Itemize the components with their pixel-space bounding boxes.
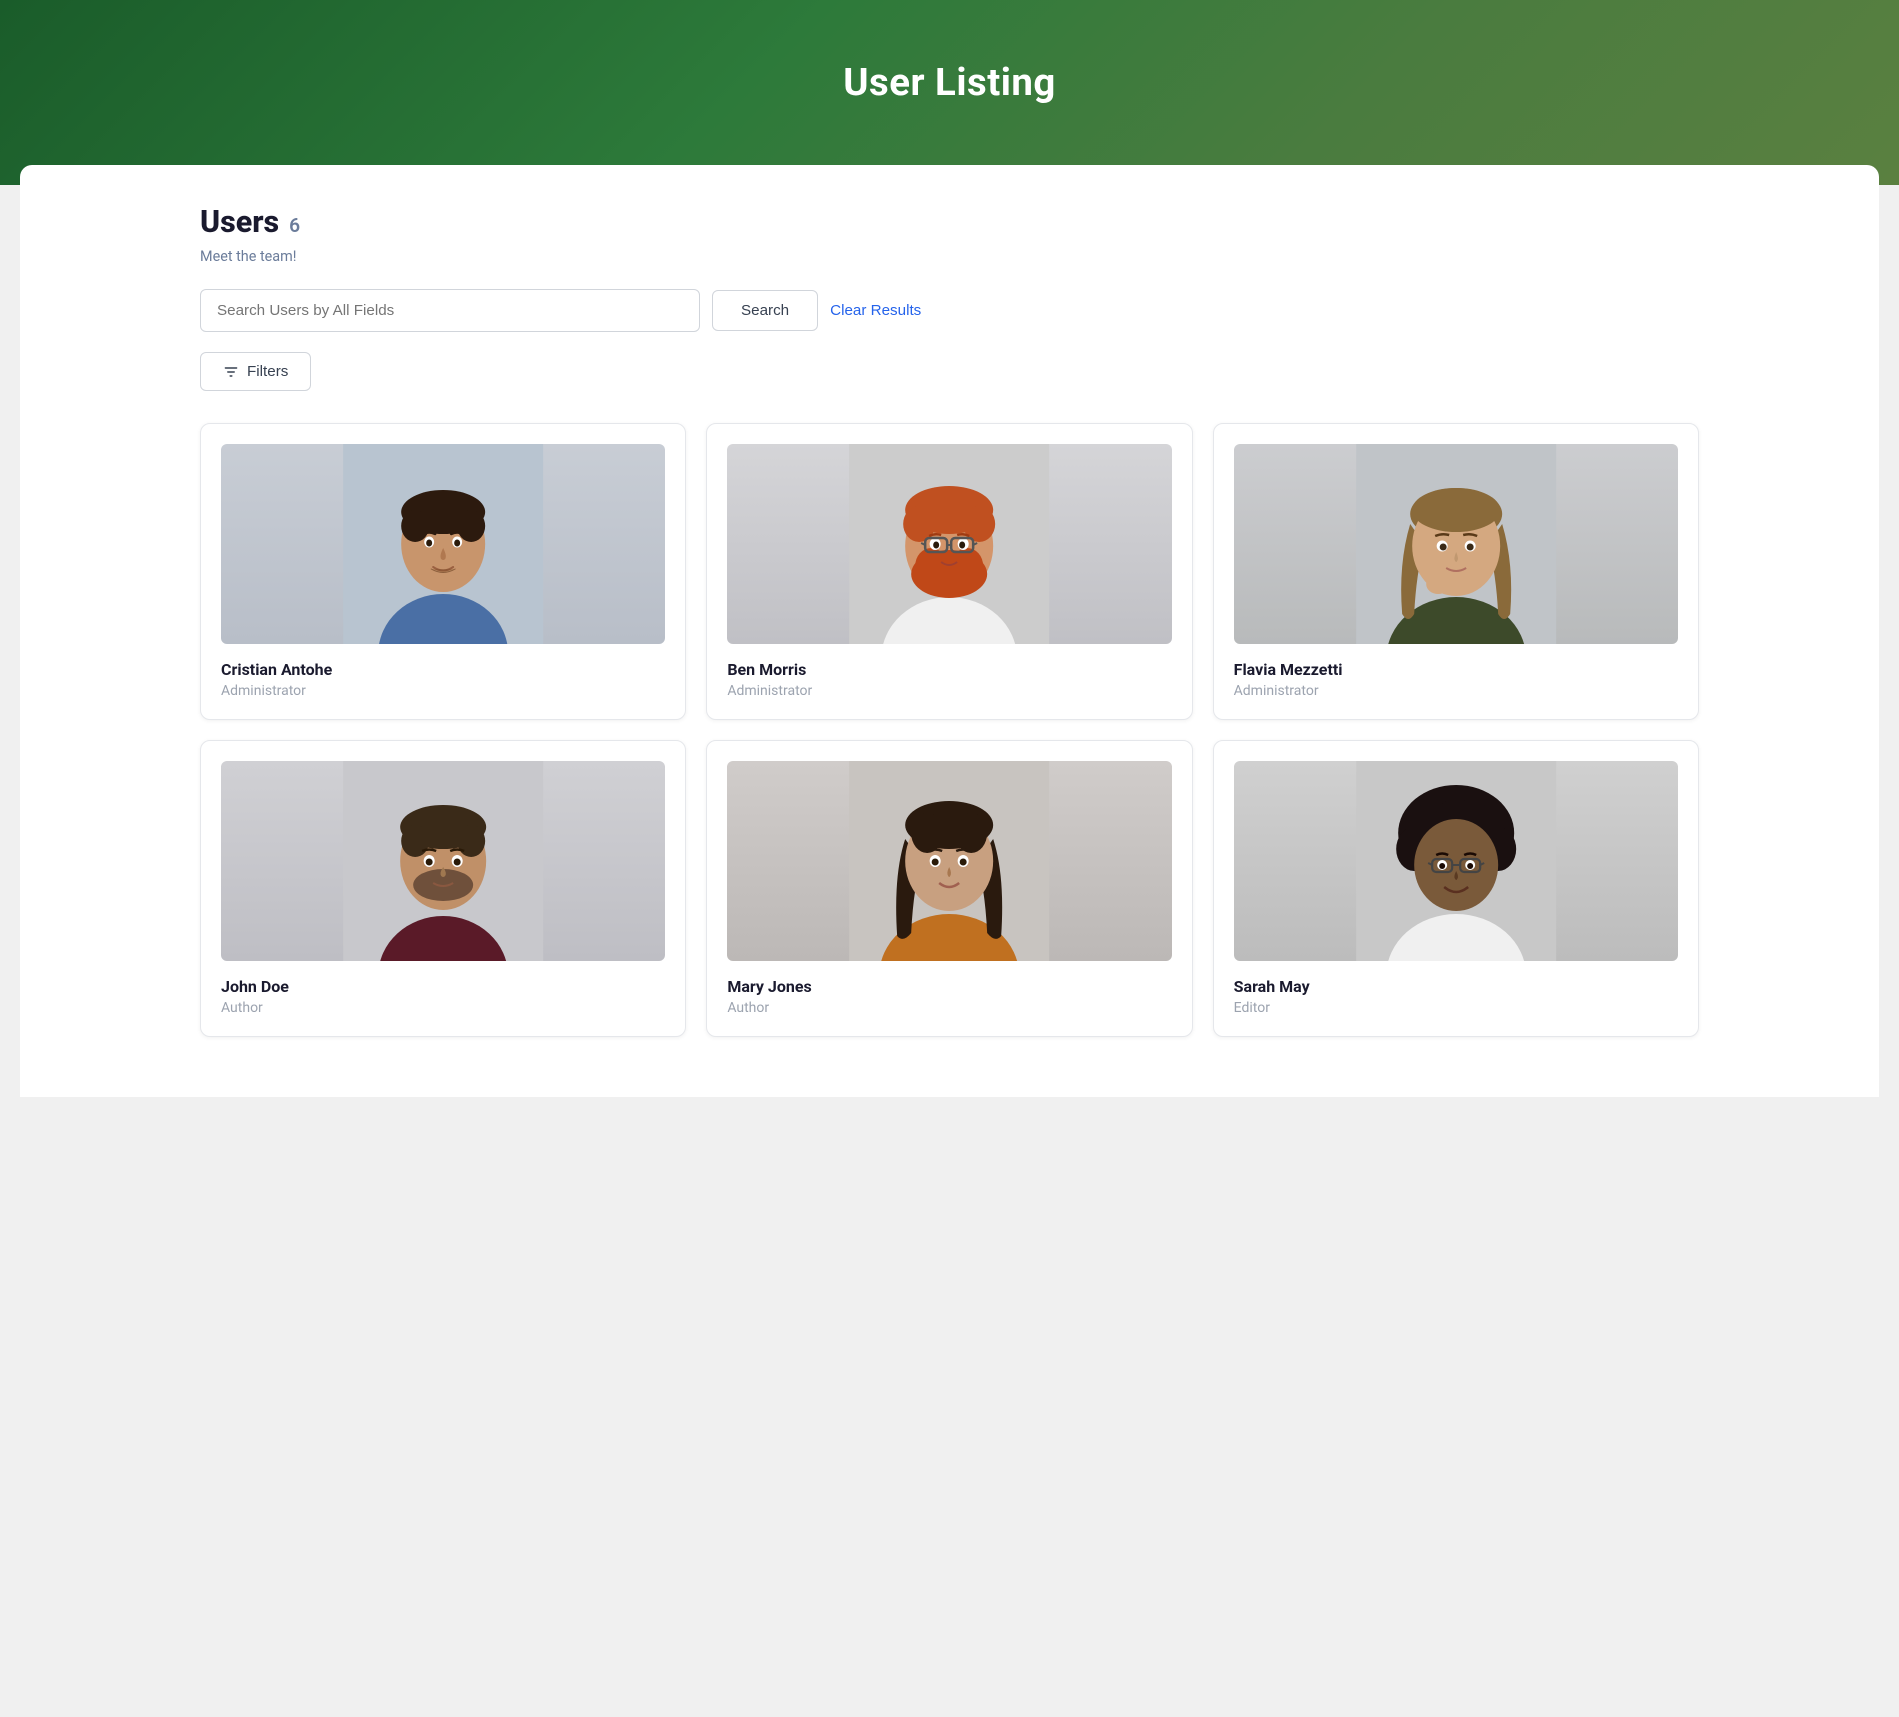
- user-photo-john: [221, 761, 665, 961]
- user-name: Mary Jones: [727, 977, 1171, 996]
- user-card-cristian-antohe[interactable]: Cristian Antohe Administrator: [200, 423, 686, 720]
- filters-row: Filters: [200, 352, 1699, 391]
- user-card-ben-morris[interactable]: Ben Morris Administrator: [706, 423, 1192, 720]
- search-input[interactable]: [200, 289, 700, 332]
- users-subtitle: Meet the team!: [200, 248, 1699, 265]
- search-row: Search Clear Results: [200, 289, 1699, 332]
- search-button[interactable]: Search: [712, 290, 818, 331]
- user-photo-flavia: [1234, 444, 1678, 644]
- user-name: Ben Morris: [727, 660, 1171, 679]
- users-count: 6: [289, 214, 300, 237]
- user-card-sarah-may[interactable]: Sarah May Editor: [1213, 740, 1699, 1037]
- page-header: User Listing: [0, 0, 1899, 185]
- user-card-john-doe[interactable]: John Doe Author: [200, 740, 686, 1037]
- filter-icon: [223, 364, 239, 380]
- users-title: Users: [200, 205, 279, 240]
- user-name: Cristian Antohe: [221, 660, 665, 679]
- user-role: Administrator: [1234, 683, 1678, 699]
- user-photo-cristian: [221, 444, 665, 644]
- main-content: Users 6 Meet the team! Search Clear Resu…: [20, 165, 1879, 1097]
- users-heading: Users 6: [200, 205, 1699, 240]
- user-role: Administrator: [221, 683, 665, 699]
- users-grid: Cristian Antohe Administrator: [200, 423, 1699, 1037]
- user-name: Flavia Mezzetti: [1234, 660, 1678, 679]
- filters-button[interactable]: Filters: [200, 352, 311, 391]
- user-photo-mary: [727, 761, 1171, 961]
- user-role: Author: [727, 1000, 1171, 1016]
- user-role: Editor: [1234, 1000, 1678, 1016]
- clear-results-button[interactable]: Clear Results: [830, 302, 921, 319]
- user-name: John Doe: [221, 977, 665, 996]
- user-photo-ben: [727, 444, 1171, 644]
- user-card-mary-jones[interactable]: Mary Jones Author: [706, 740, 1192, 1037]
- user-name: Sarah May: [1234, 977, 1678, 996]
- user-role: Author: [221, 1000, 665, 1016]
- user-role: Administrator: [727, 683, 1171, 699]
- page-title: User Listing: [20, 60, 1879, 105]
- user-card-flavia-mezzetti[interactable]: Flavia Mezzetti Administrator: [1213, 423, 1699, 720]
- user-photo-sarah: [1234, 761, 1678, 961]
